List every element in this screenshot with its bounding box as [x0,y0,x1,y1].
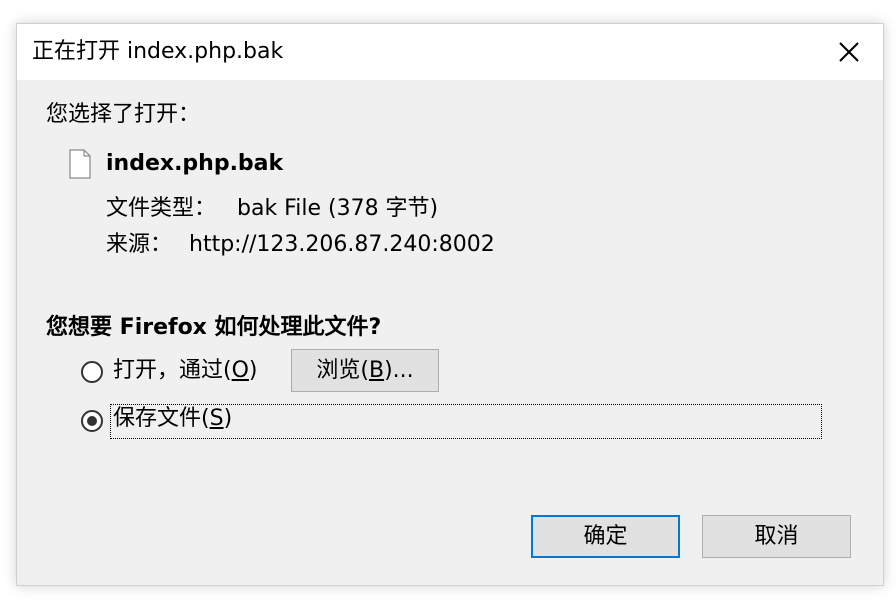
open-with-label-suffix: ) [248,358,258,383]
ok-button[interactable]: 确定 [531,515,680,558]
title-bar: 正在打开 index.php.bak [17,24,883,80]
open-with-label[interactable]: 打开，通过(O) [113,357,258,385]
file-name: index.php.bak [106,151,284,176]
browse-label-prefix: 浏览( [316,358,369,383]
radio-checked-icon[interactable] [81,410,103,432]
question-text: 您想要 Firefox 如何处理此文件? [46,315,382,340]
cancel-button[interactable]: 取消 [702,515,851,558]
close-icon [839,42,859,62]
intro-text: 您选择了打开： [46,102,201,127]
file-type-label: 文件类型： [106,196,217,221]
browse-hotkey: B [368,358,385,383]
open-with-label-prefix: 打开，通过( [113,358,232,383]
focus-indicator [110,404,822,439]
dialog-title: 正在打开 index.php.bak [32,39,284,64]
file-source-label: 来源： [106,232,173,257]
download-dialog: 正在打开 index.php.bak 您选择了打开： index.php.bak… [16,23,884,586]
radio-dot [87,416,97,426]
browse-button[interactable]: 浏览(B)... [291,349,439,392]
radio-unchecked-icon[interactable] [81,361,103,383]
file-icon [69,149,91,179]
browse-label-suffix: )... [384,358,414,383]
file-source-value: http://123.206.87.240:8002 [189,232,495,257]
close-button[interactable] [835,38,863,66]
file-type-value: bak File (378 字节) [237,196,439,221]
open-with-hotkey: O [231,358,249,383]
